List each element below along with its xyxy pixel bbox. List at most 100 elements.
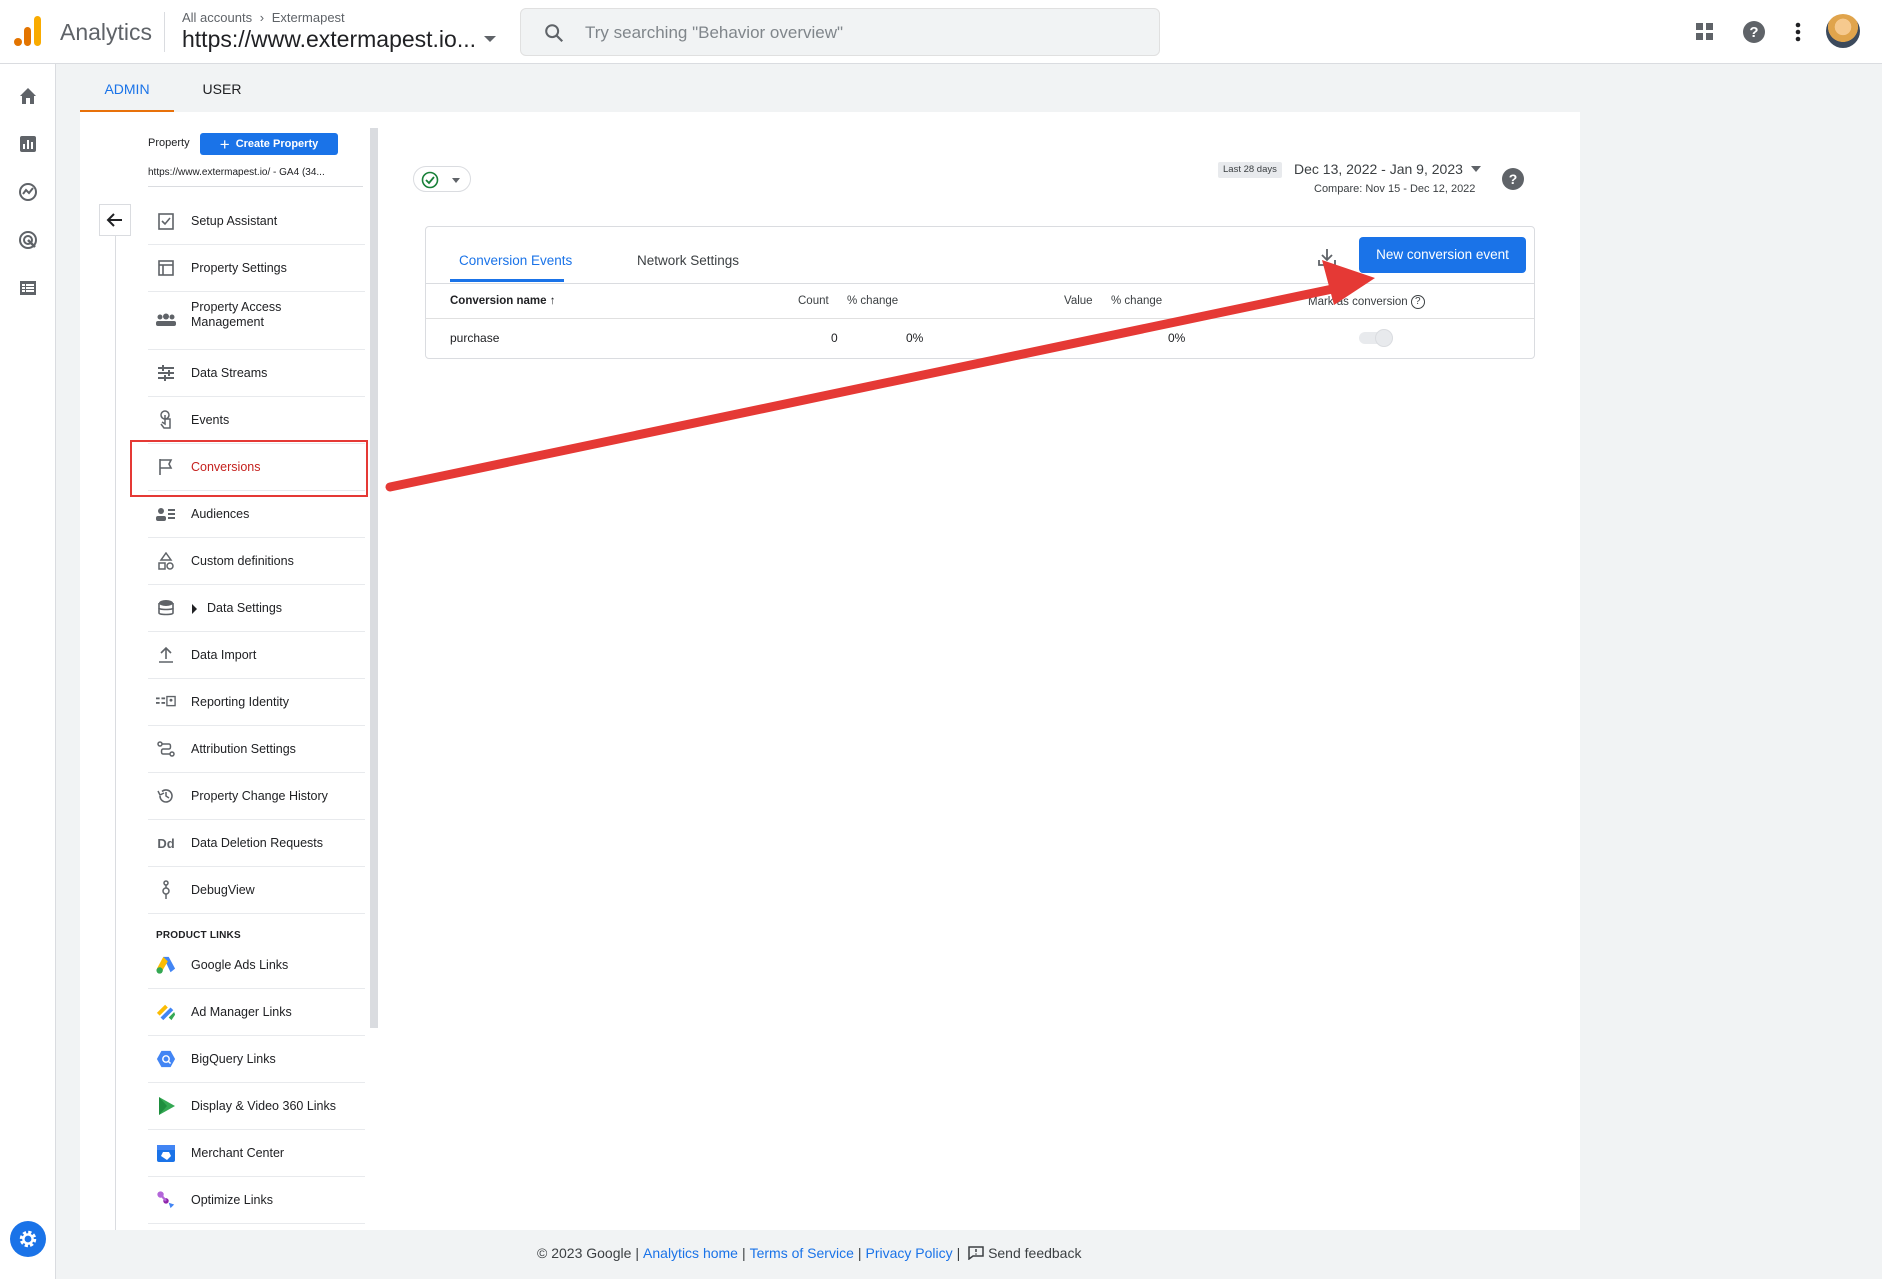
footer: © 2023 Google | Analytics home | Terms of Se… (537, 1245, 1082, 1261)
nav-data-import[interactable]: Data Import (148, 632, 365, 679)
privacy-link[interactable]: Privacy Policy (866, 1245, 953, 1261)
analytics-logo-icon[interactable] (14, 16, 42, 46)
data-quality-status-dropdown[interactable] (413, 166, 471, 192)
breadcrumb-account[interactable]: Extermapest (272, 10, 345, 25)
search-placeholder: Try searching "Behavior overview" (585, 23, 844, 42)
terms-link[interactable]: Terms of Service (750, 1245, 854, 1261)
explore-icon[interactable] (16, 180, 40, 204)
property-url-selector[interactable]: https://www.extermapest.io/ - GA4 (34... (148, 167, 363, 187)
nav-property-change-history[interactable]: Property Change History (148, 773, 365, 820)
new-conversion-event-button[interactable]: New conversion event (1359, 237, 1526, 273)
nav-ad-manager-links[interactable]: Ad Manager Links (148, 989, 365, 1036)
nav-bigquery-links[interactable]: BigQuery Links (148, 1036, 365, 1083)
more-vert-icon[interactable] (1784, 18, 1812, 46)
help-icon[interactable]: ? (1502, 168, 1524, 190)
advertising-icon[interactable] (16, 228, 40, 252)
search-bar[interactable]: Try searching "Behavior overview" (520, 8, 1160, 56)
tab-admin[interactable]: ADMIN (80, 72, 174, 112)
row-value-change: 0% (1168, 331, 1186, 345)
expand-arrow-icon[interactable] (192, 604, 197, 614)
collapse-back-button[interactable] (99, 204, 131, 236)
nav-label: Data Import (191, 648, 257, 662)
nav-label: Setup Assistant (191, 214, 278, 228)
nav-reporting-identity[interactable]: Reporting Identity (148, 679, 365, 726)
people-icon (156, 310, 176, 330)
plus-icon: + (219, 134, 230, 154)
date-preset-chip: Last 28 days (1218, 162, 1282, 178)
check-circle-icon (421, 171, 439, 189)
home-icon[interactable] (16, 84, 40, 108)
shapes-icon (156, 551, 176, 571)
nav-label: Custom definitions (191, 554, 294, 568)
help-icon[interactable]: ? (1410, 295, 1425, 309)
data-streams-icon (156, 363, 176, 383)
nav-label: Optimize Links (191, 1193, 273, 1207)
copyright: © 2023 Google (537, 1245, 632, 1261)
nav-events[interactable]: Events (148, 397, 365, 444)
tab-network-settings[interactable]: Network Settings (637, 253, 739, 268)
tab-conversion-events[interactable]: Conversion Events (459, 253, 572, 268)
nav-dv360-links[interactable]: Display & Video 360 Links (148, 1083, 365, 1130)
breadcrumb-all-accounts[interactable]: All accounts (182, 10, 252, 25)
nav-label: Data Streams (191, 366, 268, 380)
arrow-back-icon (106, 213, 122, 227)
reporting-identity-icon (156, 692, 176, 712)
card-divider (426, 283, 1534, 284)
nav-audiences[interactable]: Audiences (148, 491, 365, 538)
debug-icon (156, 880, 176, 900)
nav-label: BigQuery Links (191, 1052, 276, 1066)
col-value[interactable]: Value (1064, 295, 1093, 307)
nav-data-settings[interactable]: Data Settings (148, 585, 365, 632)
create-property-label: Create Property (235, 138, 319, 150)
chevron-down-icon[interactable] (484, 36, 496, 42)
nav-property-access[interactable]: Property Access Management (148, 292, 365, 350)
attribution-icon (156, 739, 176, 759)
nav-label: Property Access Management (191, 300, 282, 329)
tab-user[interactable]: USER (174, 72, 270, 112)
col-count[interactable]: Count (798, 295, 829, 307)
header-divider (164, 12, 165, 52)
nav-setup-assistant[interactable]: Setup Assistant (148, 198, 365, 245)
google-ads-icon (156, 955, 176, 975)
feedback-icon (968, 1246, 984, 1261)
col-value-change[interactable]: % change (1111, 295, 1162, 307)
nav-data-streams[interactable]: Data Streams (148, 350, 365, 397)
nav-label: Data Settings (207, 601, 283, 615)
avatar[interactable] (1826, 14, 1860, 48)
help-icon[interactable]: ? (1740, 18, 1768, 46)
create-property-button[interactable]: + Create Property (200, 133, 338, 155)
property-selector[interactable]: https://www.extermapest.io... (182, 26, 476, 53)
nav-custom-definitions[interactable]: Custom definitions (148, 538, 365, 585)
analytics-home-link[interactable]: Analytics home (643, 1245, 738, 1261)
send-feedback-link[interactable]: Send feedback (968, 1245, 1081, 1261)
col-mark-as-conversion[interactable]: Mark as conversion? (1308, 295, 1425, 309)
nav-attribution-settings[interactable]: Attribution Settings (148, 726, 365, 773)
svg-text:?: ? (1749, 24, 1758, 41)
mark-as-conversion-toggle[interactable] (1359, 329, 1393, 347)
col-count-change[interactable]: % change (847, 295, 898, 307)
col-conversion-name[interactable]: Conversion name ↑ (450, 295, 555, 307)
upload-icon (156, 645, 176, 665)
top-bar: Analytics All accounts › Extermapest htt… (0, 0, 1882, 64)
nav-data-deletion-requests[interactable]: Dd Data Deletion Requests (148, 820, 365, 867)
admin-gear-icon[interactable] (10, 1221, 46, 1257)
chevron-down-icon[interactable] (1471, 166, 1481, 172)
nav-merchant-center[interactable]: Merchant Center (148, 1130, 365, 1177)
nav-property-settings[interactable]: Property Settings (148, 245, 365, 292)
reports-icon[interactable] (16, 132, 40, 156)
nav-label: Attribution Settings (191, 742, 296, 756)
optimize-icon (156, 1190, 176, 1210)
nav-scrollbar[interactable] (370, 128, 378, 1028)
chevron-down-icon (452, 178, 460, 183)
nav-optimize-links[interactable]: Optimize Links (148, 1177, 365, 1224)
nav-debugview[interactable]: DebugView (148, 867, 365, 914)
nav-label: Google Ads Links (191, 958, 289, 972)
dv360-icon (156, 1096, 176, 1116)
nav-google-ads-links[interactable]: Google Ads Links (148, 942, 365, 989)
merchant-center-icon (156, 1143, 176, 1163)
property-label: Property (148, 137, 190, 149)
download-icon[interactable] (1316, 246, 1338, 268)
configure-icon[interactable] (16, 276, 40, 300)
date-range-picker[interactable]: Dec 13, 2022 - Jan 9, 2023 (1294, 161, 1463, 177)
apps-grid-icon[interactable] (1691, 18, 1719, 46)
